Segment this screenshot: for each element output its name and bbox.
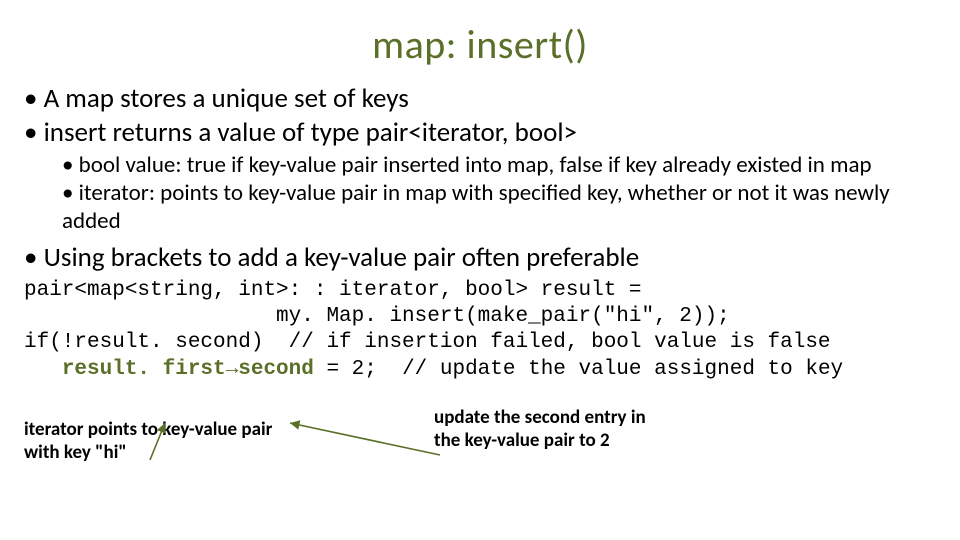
bullet-1: A map stores a unique set of keys xyxy=(24,83,936,115)
bullet-2-sublist: bool value: true if key-value pair inser… xyxy=(24,152,936,236)
annotation-right: update the second entry in the key-value… xyxy=(434,407,734,453)
slide: map: insert() A map stores a unique set … xyxy=(0,0,960,540)
code-line-2: my. Map. insert(make_pair("hi", 2)); xyxy=(24,305,730,328)
bullet-list: A map stores a unique set of keys insert… xyxy=(24,83,936,274)
bullet-2-sub-1: bool value: true if key-value pair inser… xyxy=(62,152,936,180)
code-line-4-pre xyxy=(24,358,62,381)
code-line-3: if(!result. second) // if insertion fail… xyxy=(24,331,831,354)
bullet-3: Using brackets to add a key-value pair o… xyxy=(24,242,936,274)
bullet-2: insert returns a value of type pair<iter… xyxy=(24,117,936,149)
slide-title: map: insert() xyxy=(24,20,936,69)
annotation-left-line-1: iterator points to key-value pair xyxy=(24,418,272,441)
annotation-left: iterator points to key-value pair with k… xyxy=(24,419,324,465)
code-block: pair<map<string, int>: : iterator, bool>… xyxy=(24,278,936,383)
code-line-4-highlight: result. first→second xyxy=(62,358,314,381)
annotation-left-line-2: with key "hi" xyxy=(24,441,127,464)
code-line-1: pair<map<string, int>: : iterator, bool>… xyxy=(24,279,642,302)
annotation-right-line-2: the key-value pair to 2 xyxy=(434,429,610,452)
annotation-right-line-1: update the second entry in xyxy=(434,406,646,429)
code-line-4-post: = 2; // update the value assigned to key xyxy=(314,358,843,381)
bullet-2-sub-2: iterator: points to key-value pair in ma… xyxy=(62,180,936,235)
